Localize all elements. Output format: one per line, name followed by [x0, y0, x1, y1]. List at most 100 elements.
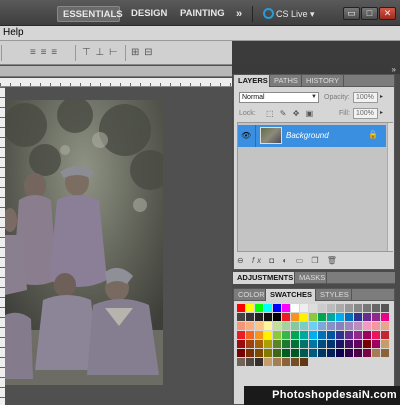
tab-paths[interactable]: PATHS — [270, 75, 302, 87]
color-swatch[interactable] — [282, 358, 290, 366]
color-swatch[interactable] — [237, 313, 245, 321]
color-swatch[interactable] — [318, 340, 326, 348]
tab-masks[interactable]: MASKS — [295, 272, 327, 284]
color-swatch[interactable] — [246, 340, 254, 348]
color-swatch[interactable] — [381, 313, 389, 321]
color-swatch[interactable] — [327, 340, 335, 348]
color-swatch[interactable] — [291, 322, 299, 330]
color-swatch[interactable] — [300, 322, 308, 330]
color-swatch[interactable] — [336, 304, 344, 312]
color-swatch[interactable] — [237, 349, 245, 357]
color-swatch[interactable] — [354, 331, 362, 339]
color-swatch[interactable] — [345, 331, 353, 339]
workspace-painting-button[interactable]: PAINTING — [175, 6, 230, 22]
color-swatch[interactable] — [246, 358, 254, 366]
color-swatch[interactable] — [255, 331, 263, 339]
color-swatch[interactable] — [255, 340, 263, 348]
trash-icon[interactable]: 🗑 — [327, 256, 340, 265]
fx-icon[interactable]: fx — [252, 256, 264, 265]
color-swatch[interactable] — [300, 340, 308, 348]
color-swatch[interactable] — [300, 313, 308, 321]
color-swatch[interactable] — [300, 358, 308, 366]
color-swatch[interactable] — [363, 304, 371, 312]
color-swatch[interactable] — [363, 322, 371, 330]
color-swatch[interactable] — [237, 358, 245, 366]
lock-options-icons[interactable]: ⬚ ✎ ✥ ▣ — [266, 109, 315, 118]
workspace-essentials-button[interactable]: ESSENTIALS — [57, 6, 123, 22]
color-swatch[interactable] — [372, 304, 380, 312]
color-swatch[interactable] — [273, 358, 281, 366]
color-swatch[interactable] — [237, 340, 245, 348]
color-swatch[interactable] — [336, 331, 344, 339]
tab-adjustments[interactable]: ADJUSTMENTS — [233, 272, 295, 284]
close-button[interactable]: ✕ — [379, 7, 396, 20]
mask-icon[interactable]: ◘ — [269, 256, 277, 265]
new-layer-icon[interactable]: ❐ — [311, 256, 321, 265]
color-swatch[interactable] — [237, 322, 245, 330]
color-swatch[interactable] — [282, 304, 290, 312]
color-swatch[interactable] — [300, 331, 308, 339]
color-swatch[interactable] — [300, 304, 308, 312]
color-swatch[interactable] — [381, 331, 389, 339]
canvas-photo[interactable] — [5, 100, 163, 385]
color-swatch[interactable] — [354, 313, 362, 321]
color-swatch[interactable] — [354, 304, 362, 312]
color-swatch[interactable] — [318, 304, 326, 312]
chevron-down-icon[interactable]: ▸ — [380, 92, 383, 103]
color-swatch[interactable] — [264, 313, 272, 321]
color-swatch[interactable] — [291, 340, 299, 348]
color-swatch[interactable] — [309, 313, 317, 321]
layers-footer-icons[interactable]: ⊖ fx ◘ ◐ ▭ ❐ 🗑 — [237, 256, 393, 268]
tab-color[interactable]: COLOR — [234, 289, 266, 301]
color-swatch[interactable] — [381, 322, 389, 330]
color-swatch[interactable] — [363, 331, 371, 339]
distribute-icons[interactable]: ⊤ ⊥ ⊢ — [82, 47, 119, 59]
tab-swatches[interactable]: SWATCHES — [266, 289, 316, 301]
color-swatch[interactable] — [327, 322, 335, 330]
more-workspaces-button[interactable]: » — [231, 6, 247, 22]
fill-field[interactable]: 100% — [353, 108, 378, 119]
color-swatch[interactable] — [372, 313, 380, 321]
color-swatch[interactable] — [363, 349, 371, 357]
color-swatch[interactable] — [336, 340, 344, 348]
cs-live-button[interactable]: CS Live ▾ — [263, 6, 315, 22]
color-swatch[interactable] — [345, 304, 353, 312]
color-swatch[interactable] — [372, 340, 380, 348]
color-swatch[interactable] — [309, 331, 317, 339]
color-swatch[interactable] — [264, 304, 272, 312]
tab-styles[interactable]: STYLES — [316, 289, 352, 301]
layer-name[interactable]: Background — [286, 131, 329, 140]
color-swatch[interactable] — [273, 322, 281, 330]
color-swatch[interactable] — [255, 322, 263, 330]
document-tab-bar[interactable] — [0, 66, 232, 77]
color-swatch[interactable] — [354, 322, 362, 330]
color-swatch[interactable] — [291, 331, 299, 339]
color-swatch[interactable] — [309, 304, 317, 312]
color-swatch[interactable] — [282, 331, 290, 339]
color-swatch[interactable] — [354, 340, 362, 348]
color-swatch[interactable] — [327, 313, 335, 321]
color-swatch[interactable] — [345, 349, 353, 357]
color-swatch[interactable] — [291, 304, 299, 312]
minimize-button[interactable]: ▭ — [343, 7, 360, 20]
color-swatch[interactable] — [381, 349, 389, 357]
color-swatch[interactable] — [291, 313, 299, 321]
color-swatch[interactable] — [264, 331, 272, 339]
color-swatch[interactable] — [327, 349, 335, 357]
link-icon[interactable]: ⊖ — [237, 256, 247, 265]
color-swatch[interactable] — [273, 349, 281, 357]
workspace-design-button[interactable]: DESIGN — [126, 6, 172, 22]
menu-help[interactable]: Help — [3, 27, 24, 38]
visibility-eye-icon[interactable]: 👁 — [241, 131, 251, 141]
color-swatch[interactable] — [237, 331, 245, 339]
color-swatch[interactable] — [372, 349, 380, 357]
color-swatch[interactable] — [282, 349, 290, 357]
color-swatch[interactable] — [327, 331, 335, 339]
color-swatch[interactable] — [282, 313, 290, 321]
color-swatch[interactable] — [363, 313, 371, 321]
color-swatch[interactable] — [291, 358, 299, 366]
tab-layers[interactable]: LAYERS — [234, 75, 270, 87]
color-swatch[interactable] — [246, 304, 254, 312]
color-swatch[interactable] — [309, 349, 317, 357]
color-swatch[interactable] — [264, 340, 272, 348]
